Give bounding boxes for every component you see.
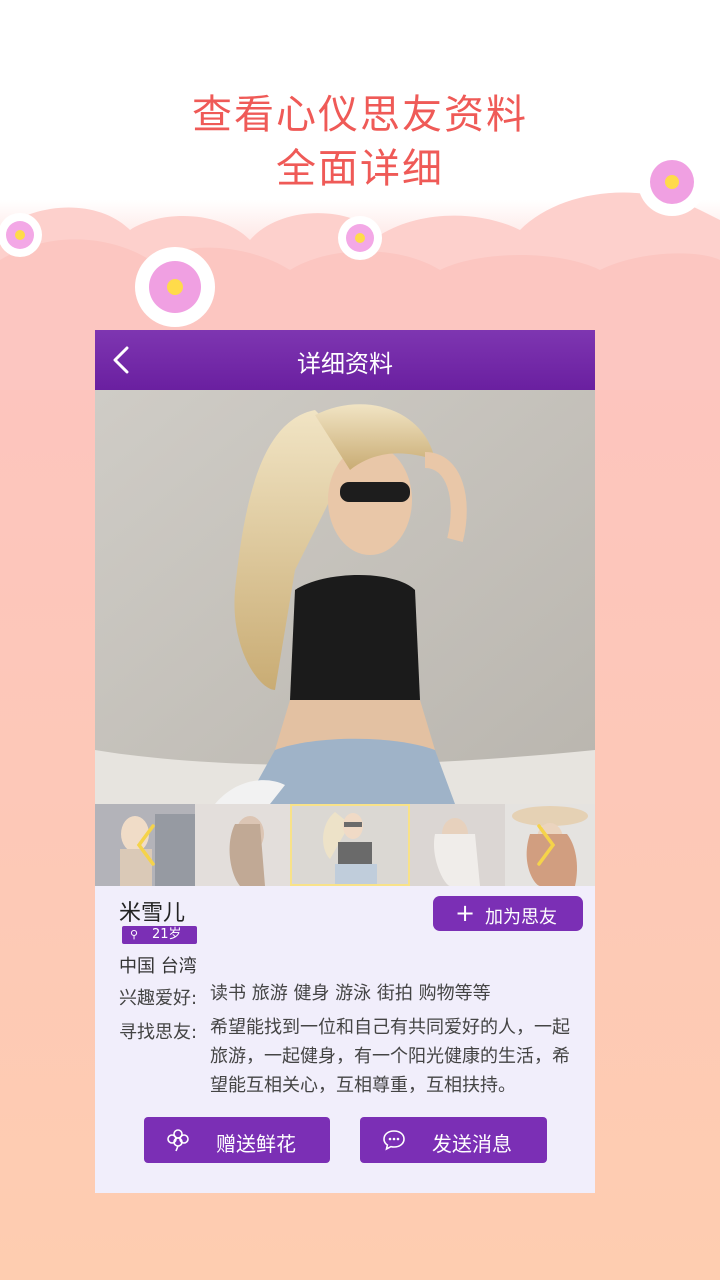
seeking-label: 寻找思友:	[119, 1022, 198, 1043]
chevron-left-icon[interactable]	[133, 822, 159, 868]
add-friend-button[interactable]: + 加为思友	[433, 896, 583, 931]
nav-bar: 详细资料	[95, 330, 595, 390]
send-message-label: 发送消息	[432, 1132, 512, 1156]
interests-value: 读书 旅游 健身 游泳 街拍 购物等等	[210, 983, 491, 1004]
search-icon: ⚲	[130, 928, 139, 941]
chat-bubble-icon	[383, 1130, 405, 1151]
send-flower-button[interactable]: 赠送鲜花	[144, 1117, 330, 1163]
profile-photo	[95, 390, 595, 804]
flower-icon	[167, 1129, 189, 1152]
plus-icon: +	[455, 899, 476, 927]
age-text: 21岁	[152, 927, 182, 942]
add-friend-label: 加为思友	[485, 907, 557, 928]
seeking-value: 希望能找到一位和自己有共同爱好的人，一起旅游，一起健身，有一个阳光健康的生活，希…	[210, 1017, 570, 1096]
profile-name: 米雪儿	[119, 901, 186, 926]
photo-thumbnail-strip	[95, 804, 595, 886]
page-title: 详细资料	[297, 350, 393, 378]
age-badge: ⚲ 21岁	[122, 926, 197, 944]
send-message-button[interactable]: 发送消息	[360, 1117, 547, 1163]
blossom-icon	[135, 247, 215, 327]
blossom-icon	[638, 150, 706, 216]
chevron-right-icon[interactable]	[533, 822, 559, 868]
interests-label: 兴趣爱好:	[119, 988, 198, 1009]
profile-location: 中国 台湾	[119, 956, 197, 977]
thumbnail-veil	[95, 804, 595, 886]
send-flower-label: 赠送鲜花	[216, 1132, 296, 1156]
blossom-icon	[0, 213, 42, 257]
profile-card: 详细资料 米雪儿 ⚲ 21岁 + 加为思友 中国 台湾 兴趣爱好: 读书 旅游 …	[95, 330, 595, 1193]
blossom-icon	[338, 216, 382, 260]
promo-headline: 查看心仪思友资料	[192, 92, 528, 138]
